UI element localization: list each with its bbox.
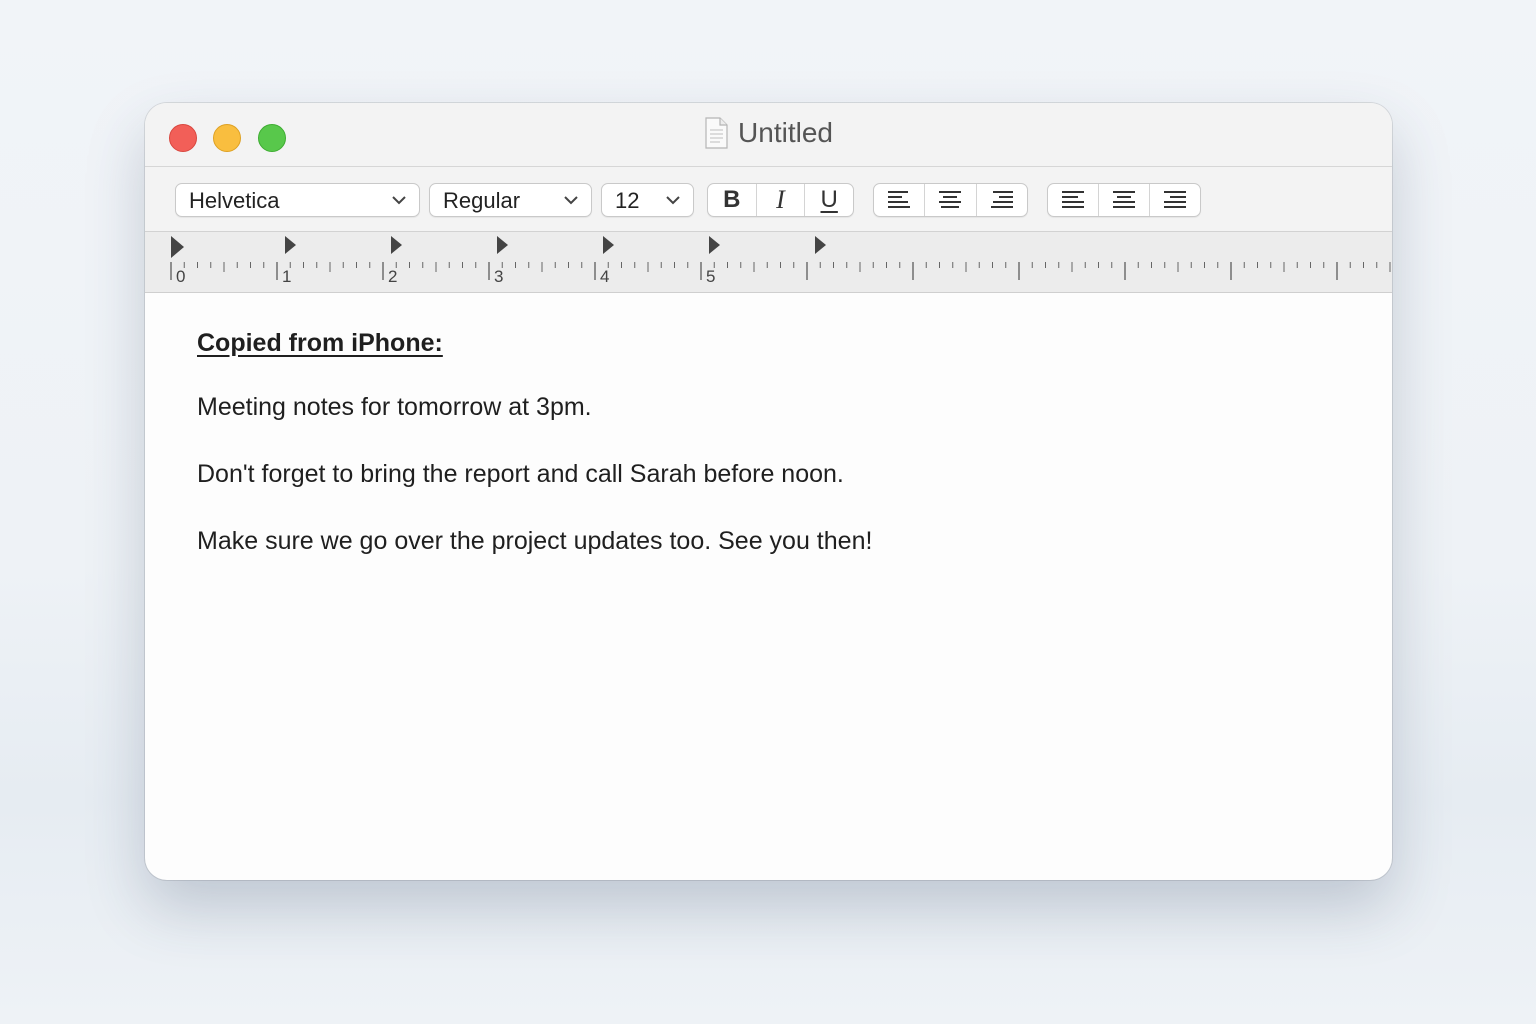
justify-right-button[interactable] xyxy=(1150,184,1200,216)
align-center-button[interactable] xyxy=(925,184,977,216)
underline-button[interactable]: U xyxy=(805,184,853,216)
font-family-value: Helvetica xyxy=(189,188,280,213)
window-title: Untitled xyxy=(738,117,833,148)
paragraph: Don't forget to bring the report and cal… xyxy=(197,460,844,488)
ruler-label: 5 xyxy=(706,267,715,286)
tab-stop-marker[interactable] xyxy=(603,236,614,254)
align-center-icon xyxy=(939,191,962,208)
ruler-label: 0 xyxy=(176,267,185,286)
text-lines-right-icon xyxy=(1164,191,1186,208)
tab-stop-marker[interactable] xyxy=(391,236,402,254)
align-left-icon xyxy=(888,191,911,208)
font-size-select[interactable]: 12 xyxy=(601,183,694,217)
tab-stop-marker[interactable] xyxy=(497,236,508,254)
font-family-select[interactable]: Helvetica xyxy=(175,183,420,217)
italic-button[interactable]: I xyxy=(757,184,806,216)
textedit-window: Untitled Helvetica Regular 12 B I U 0 1 … xyxy=(145,103,1392,880)
font-size-value: 12 xyxy=(615,188,640,213)
chevron-down-icon xyxy=(392,196,406,205)
tab-stop-marker[interactable] xyxy=(815,236,826,254)
ruler-label: 2 xyxy=(388,267,397,286)
document-icon xyxy=(705,117,728,149)
ruler-scale: 0 1 2 3 4 5 xyxy=(170,236,1391,286)
tab-stop-marker[interactable] xyxy=(285,236,296,254)
document-heading: Copied from iPhone: xyxy=(197,329,443,357)
align-right-icon xyxy=(990,191,1013,208)
ruler[interactable]: 0 1 2 3 4 5 xyxy=(145,232,1392,293)
document-body[interactable]: Copied from iPhone: Meeting notes for to… xyxy=(197,325,1337,555)
font-style-select[interactable]: Regular xyxy=(429,183,592,217)
chevron-down-icon xyxy=(666,196,680,205)
text-lines-center-icon xyxy=(1113,191,1135,208)
ruler-label: 4 xyxy=(600,267,609,286)
title-bar[interactable]: Untitled xyxy=(145,103,1392,167)
chevron-down-icon xyxy=(564,196,578,205)
justify-left-button[interactable] xyxy=(1048,184,1099,216)
text-lines-left-icon xyxy=(1062,191,1084,208)
first-line-indent-marker[interactable] xyxy=(171,236,184,258)
justify-center-button[interactable] xyxy=(1099,184,1150,216)
ruler-label: 3 xyxy=(494,267,503,286)
align-right-button[interactable] xyxy=(977,184,1027,216)
ruler-label: 1 xyxy=(282,267,291,286)
align-left-button[interactable] xyxy=(874,184,926,216)
paragraph: Make sure we go over the project updates… xyxy=(197,527,873,555)
tab-stop-marker[interactable] xyxy=(709,236,720,254)
format-toolbar: Helvetica Regular 12 B I U xyxy=(145,167,1392,232)
bold-button[interactable]: B xyxy=(708,184,757,216)
font-style-value: Regular xyxy=(443,188,521,213)
paragraph: Meeting notes for tomorrow at 3pm. xyxy=(197,393,592,421)
spacing-group xyxy=(1047,183,1201,217)
text-style-group: B I U xyxy=(707,183,854,217)
alignment-group xyxy=(873,183,1028,217)
